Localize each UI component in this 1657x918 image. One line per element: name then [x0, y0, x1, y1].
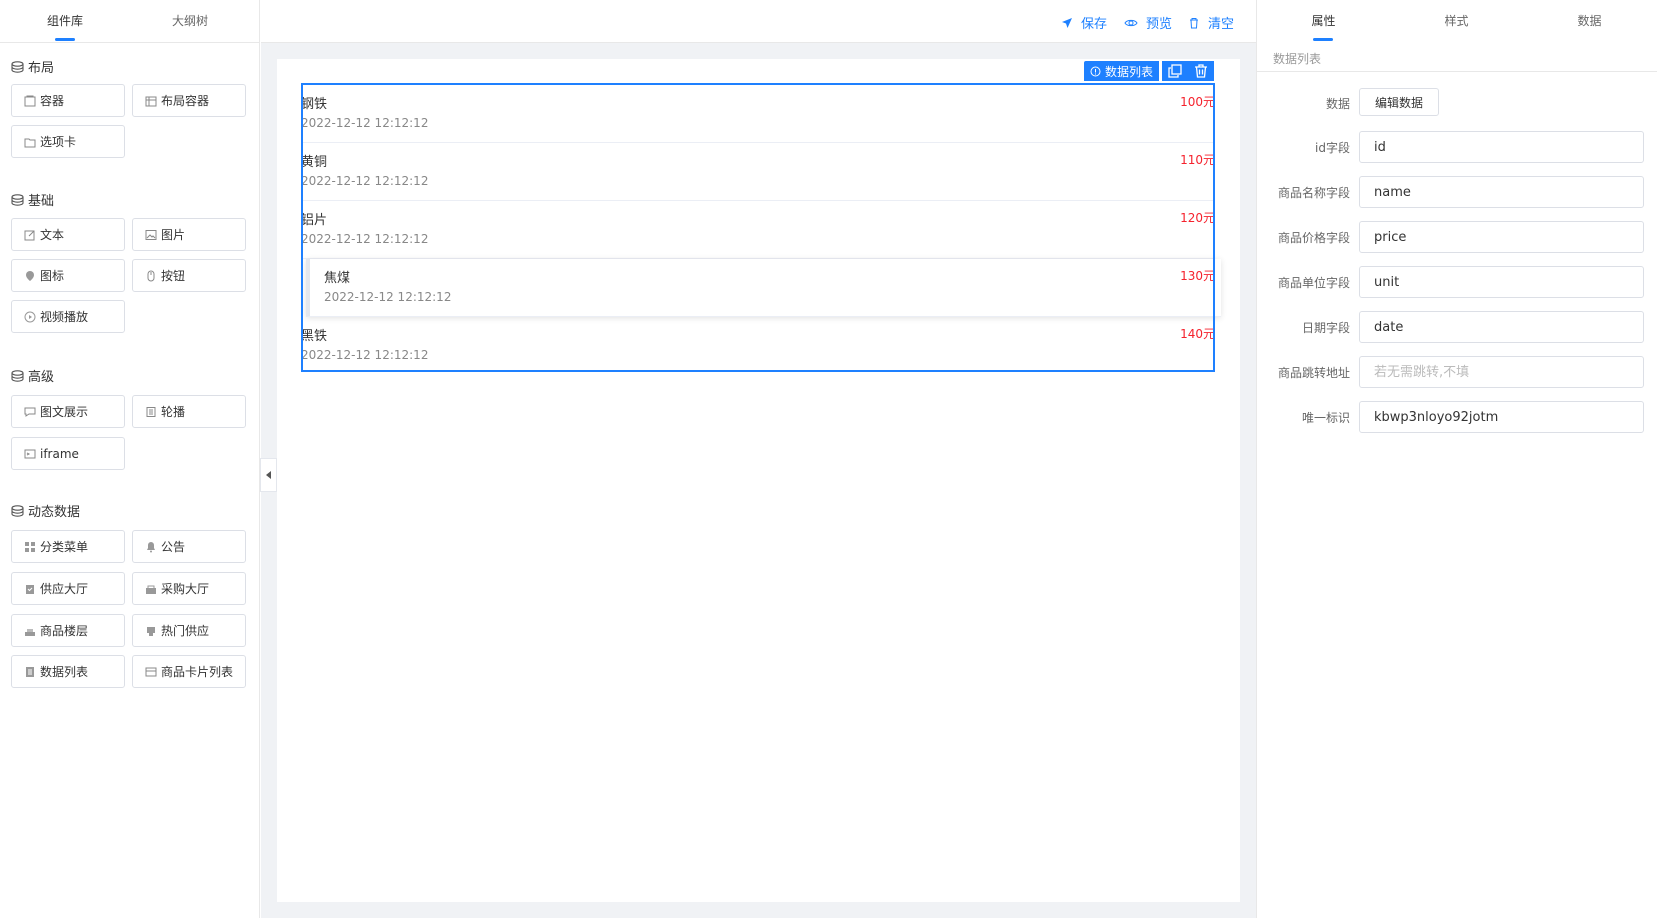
collapse-panel-button[interactable]: [260, 458, 277, 492]
iframe-icon: [24, 449, 36, 458]
edit-data-button[interactable]: 编辑数据: [1359, 88, 1439, 116]
location-icon: [26, 270, 34, 281]
component-container[interactable]: 容器: [11, 84, 125, 117]
field-label: 唯一标识: [1301, 411, 1350, 425]
card-list-icon: [145, 667, 157, 676]
data-label: 数据: [1325, 97, 1350, 111]
divider: [1257, 71, 1657, 72]
component-supply-hall[interactable]: 供应大厅: [11, 572, 125, 605]
preview-button[interactable]: 预览: [1124, 13, 1172, 32]
unique-id-input[interactable]: [1359, 401, 1644, 433]
clear-button[interactable]: 清空: [1188, 13, 1234, 32]
clipboard-icon: [26, 584, 34, 594]
tab-outline-tree[interactable]: 大纲树: [125, 0, 255, 43]
cake-icon: [25, 628, 35, 636]
selected-component-outline[interactable]: [301, 83, 1215, 372]
field-label: 商品名称字段: [1277, 186, 1350, 200]
component-carousel[interactable]: 轮播: [132, 395, 246, 428]
group-title-advanced: 高级: [11, 366, 54, 385]
group-label: 动态数据: [28, 505, 81, 520]
group-title-dynamic-data: 动态数据: [11, 501, 80, 520]
info-icon: [1090, 66, 1101, 76]
component-tabs[interactable]: 选项卡: [11, 125, 125, 158]
right-tabs: 属性 样式 数据: [1257, 0, 1657, 43]
grid-icon: [25, 541, 35, 552]
edit-icon: [24, 230, 35, 240]
comment-icon: [24, 407, 36, 417]
field-label: 商品跳转地址: [1277, 366, 1350, 380]
group-label: 基础: [28, 194, 55, 209]
component-iframe[interactable]: iframe: [11, 437, 125, 470]
container-icon: [24, 95, 36, 106]
tab-styles[interactable]: 样式: [1390, 0, 1523, 43]
selected-component-tag[interactable]: 数据列表: [1084, 61, 1160, 81]
component-button[interactable]: 按钮: [132, 259, 246, 292]
save-button[interactable]: 保存: [1061, 13, 1107, 32]
mouse-icon: [147, 270, 155, 281]
database-icon: [11, 193, 24, 206]
component-hot-supply[interactable]: 热门供应: [132, 614, 246, 647]
component-notice[interactable]: 公告: [132, 530, 246, 563]
group-title-basic: 基础: [11, 190, 54, 209]
group-label: 高级: [28, 370, 55, 385]
component-icon[interactable]: 图标: [11, 259, 125, 292]
cart-icon: [146, 585, 156, 594]
component-product-card-list[interactable]: 商品卡片列表: [132, 655, 246, 688]
image-icon: [145, 229, 157, 240]
delete-component-button[interactable]: [1188, 61, 1214, 81]
layout-container-icon: [145, 96, 157, 106]
name-field-input[interactable]: [1359, 176, 1644, 208]
list-icon: [26, 666, 34, 677]
component-data-list[interactable]: 数据列表: [11, 655, 125, 688]
tab-properties[interactable]: 属性: [1257, 0, 1390, 43]
tabs-icon: [24, 138, 36, 147]
tab-data[interactable]: 数据: [1523, 0, 1656, 43]
copy-component-button[interactable]: [1162, 61, 1188, 81]
trash-icon: [1190, 17, 1198, 28]
group-title-layout: 布局: [11, 57, 54, 76]
component-panel: 组件库 大纲树 布局 容器 布局容器 选项卡 基础 文本 图片 图标 按钮 视频…: [0, 0, 260, 918]
database-icon: [11, 504, 24, 517]
eye-icon: [1124, 19, 1138, 26]
component-layout-container[interactable]: 布局容器: [132, 84, 246, 117]
trash-icon: [1195, 64, 1207, 78]
field-label: id字段: [1315, 141, 1350, 155]
field-label: 日期字段: [1301, 321, 1350, 335]
field-label: 商品价格字段: [1277, 231, 1350, 245]
link-field-input[interactable]: [1359, 356, 1644, 388]
component-video[interactable]: 视频播放: [11, 300, 125, 333]
component-category-menu[interactable]: 分类菜单: [11, 530, 125, 563]
component-product-floor[interactable]: 商品楼层: [11, 614, 125, 647]
editor-toolbar: 保存 预览 清空: [261, 0, 1256, 43]
price-field-input[interactable]: [1359, 221, 1644, 253]
copy-icon: [1168, 64, 1182, 78]
component-image-text[interactable]: 图文展示: [11, 395, 125, 428]
carousel-icon: [146, 406, 156, 417]
tab-component-library[interactable]: 组件库: [0, 0, 130, 43]
bell-icon: [147, 541, 155, 552]
unit-field-input[interactable]: [1359, 266, 1644, 298]
hot-icon: [147, 626, 155, 636]
database-icon: [11, 60, 24, 73]
property-panel: 属性 样式 数据 数据列表 数据 编辑数据 id字段 商品名称字段 商品价格字段…: [1256, 0, 1657, 918]
component-purchase-hall[interactable]: 采购大厅: [132, 572, 246, 605]
play-icon: [24, 311, 36, 322]
field-label: 商品单位字段: [1277, 276, 1350, 290]
left-tabs: 组件库 大纲树: [0, 0, 259, 43]
caret-left-icon: [265, 471, 271, 479]
component-name: 数据列表: [1273, 52, 1322, 66]
date-field-input[interactable]: [1359, 311, 1644, 343]
component-image[interactable]: 图片: [132, 218, 246, 251]
send-icon: [1062, 17, 1072, 28]
group-label: 布局: [28, 61, 55, 76]
database-icon: [11, 369, 24, 382]
component-text[interactable]: 文本: [11, 218, 125, 251]
id-field-input[interactable]: [1359, 131, 1644, 163]
